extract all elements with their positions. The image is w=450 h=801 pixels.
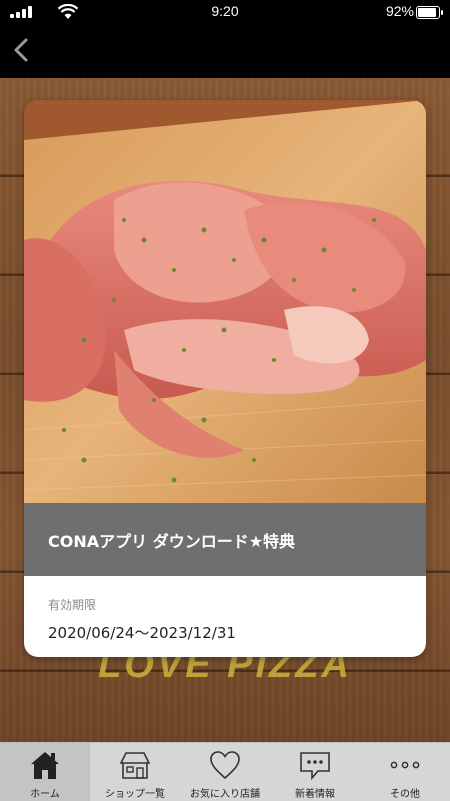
coupon-card[interactable]: CONAアプリ ダウンロード★特典 有効期限 2020/06/24〜2023/1… (24, 100, 426, 657)
tab-shop-list-label: ショップ一覧 (105, 789, 165, 800)
tab-news[interactable]: 新着情報 (270, 743, 360, 801)
tab-favorite-shops-label: お気に入り店舗 (190, 789, 260, 800)
tab-other-label: その他 (390, 789, 420, 800)
expiry-label: 有効期限 (48, 598, 97, 612)
expiry-date: 2020/06/24〜2023/12/31 (48, 624, 236, 642)
clock: 9:20 (211, 3, 239, 19)
prosciutto-photo (24, 100, 426, 503)
coupon-caption-bar: CONAアプリ ダウンロード★特典 (24, 503, 426, 576)
home-icon (31, 752, 59, 779)
back-chevron-icon[interactable] (4, 32, 40, 68)
tab-shop-list[interactable]: ショップ一覧 (90, 743, 180, 801)
tab-favorite-shops[interactable]: お気に入り店舗 (180, 743, 270, 801)
battery-icon (416, 6, 443, 19)
tab-home-label: ホーム (30, 789, 60, 800)
coupon-title: CONAアプリ ダウンロード★特典 (48, 532, 296, 551)
tab-home[interactable]: ホーム (0, 743, 90, 801)
status-bar: 9:20 92% (0, 0, 450, 24)
tab-bar: ホーム ショップ一覧 お気に入り店舗 新着情報 その他 (0, 742, 450, 801)
heart-icon (210, 751, 240, 780)
tab-other[interactable]: その他 (360, 743, 450, 801)
shop-icon (119, 752, 151, 779)
navigation-bar (0, 24, 450, 78)
message-icon (300, 752, 330, 781)
tab-news-label: 新着情報 (295, 789, 335, 800)
more-icon (390, 761, 420, 769)
battery-percent: 92% (385, 3, 414, 19)
battery-level (418, 8, 436, 17)
